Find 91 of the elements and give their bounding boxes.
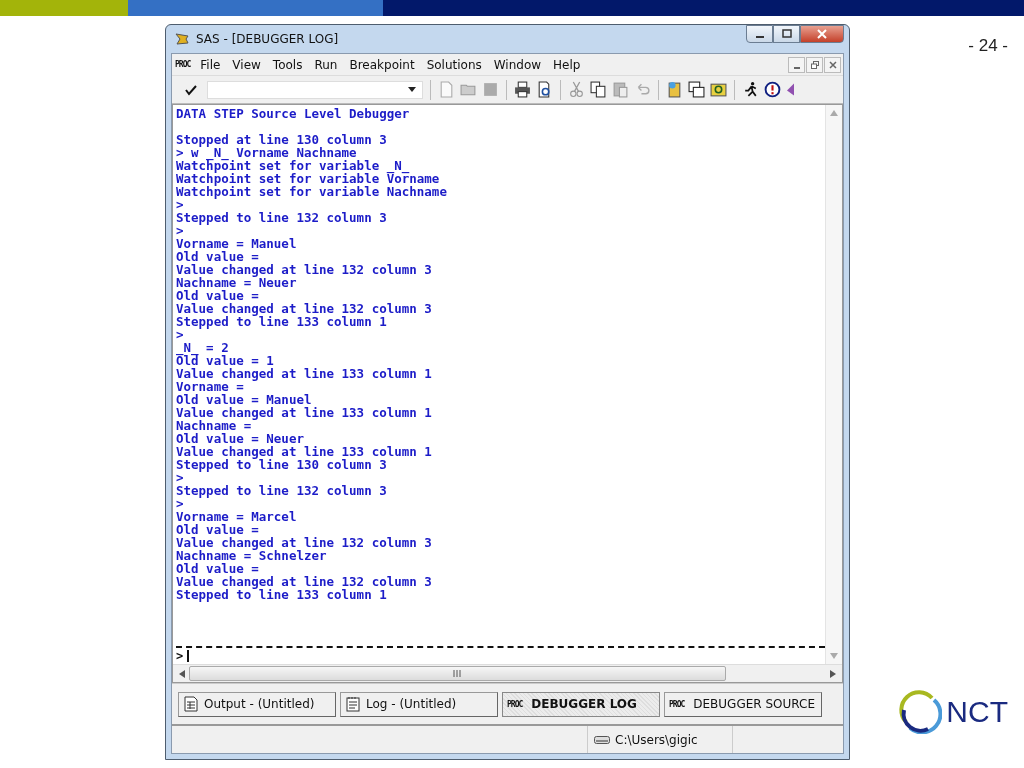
log-line: Old value = 1: [176, 354, 274, 367]
scroll-left-icon[interactable]: [179, 669, 185, 678]
print-preview-icon[interactable]: [536, 81, 553, 98]
maximize-button[interactable]: [773, 25, 800, 43]
log-line: Stepped to line 133 column 1: [176, 315, 387, 328]
menu-item[interactable]: Run: [308, 57, 344, 72]
app-icon: [174, 31, 190, 47]
log-line: Value changed at line 132 column 3: [176, 536, 432, 549]
find-icon[interactable]: [710, 81, 727, 98]
log-line: Old value =: [176, 562, 259, 575]
scroll-right-icon[interactable]: [830, 669, 836, 678]
close-button[interactable]: [800, 25, 844, 43]
window-tab[interactable]: PROC DEBUGGER SOURCE: [664, 691, 822, 717]
menu-item[interactable]: Window: [487, 57, 548, 72]
log-line: Old value = Neuer: [176, 432, 304, 445]
window-tab[interactable]: Log - (Untitled): [340, 691, 498, 717]
log-line: Value changed at line 133 column 1: [176, 445, 432, 458]
log-line: Value changed at line 132 column 3: [176, 575, 432, 588]
current-directory: C:\Users\gigic: [615, 732, 698, 747]
notebook-icon[interactable]: [666, 81, 683, 98]
window-tab[interactable]: PROC DEBUGGER LOG: [502, 691, 660, 717]
log-line: Watchpoint set for variable _N_: [176, 159, 410, 172]
restore-icon: [810, 60, 819, 69]
close-icon: [828, 60, 837, 69]
menu-item[interactable]: Help: [547, 57, 587, 72]
close-icon: [816, 29, 828, 39]
log-line: Value changed at line 132 column 3: [176, 302, 432, 315]
restore-button[interactable]: [806, 56, 823, 73]
close-button[interactable]: [824, 56, 841, 73]
window-tab[interactable]: Output - (Untitled): [178, 691, 336, 717]
menu-item[interactable]: File: [194, 57, 227, 72]
log-line: Old value =: [176, 289, 259, 302]
horizontal-scrollbar[interactable]: [173, 664, 842, 682]
exclamation-icon[interactable]: [764, 81, 781, 98]
log-line: Stepped to line 133 column 1: [176, 588, 387, 601]
drive-icon: [594, 734, 610, 745]
menu-item[interactable]: Solutions: [420, 57, 488, 72]
log-line: Value changed at line 133 column 1: [176, 406, 432, 419]
text-cursor: [187, 650, 190, 662]
minimize-button[interactable]: [788, 56, 805, 73]
caret-icon: [408, 87, 416, 92]
toolbar-icon[interactable]: [786, 81, 794, 98]
menu-item[interactable]: Breakpoint: [343, 57, 421, 72]
minimize-icon: [755, 36, 764, 38]
log-line: Nachname = Schnelzer: [176, 549, 327, 562]
window-title: SAS - [DEBUGGER LOG]: [196, 32, 339, 46]
log-line: Stopped at line 130 column 3: [176, 133, 387, 146]
log-line: >: [176, 224, 184, 237]
print-icon[interactable]: [514, 81, 531, 98]
table-document-icon: [183, 696, 199, 712]
page-number: - 24 -: [968, 36, 1008, 56]
log-line: Value changed at line 132 column 3: [176, 263, 432, 276]
log-line: >: [176, 198, 184, 211]
command-field[interactable]: [207, 80, 423, 99]
log-line: Old value =: [176, 523, 259, 536]
log-line: > w _N_ Vorname Nachname: [176, 146, 357, 159]
running-figure-icon[interactable]: [742, 81, 759, 98]
scrollbar-thumb[interactable]: [189, 666, 726, 681]
log-line: _N_ = 2: [176, 341, 229, 354]
log-line: Nachname = Neuer: [176, 276, 297, 289]
log-line: >: [176, 328, 184, 341]
log-line: Vorname = Manuel: [176, 237, 297, 250]
log-line: Watchpoint set for variable Vorname: [176, 172, 440, 185]
proc-icon: PROC: [507, 699, 523, 709]
log-line: >: [176, 497, 184, 510]
minimize-button[interactable]: [746, 25, 773, 43]
log-line: Watchpoint set for variable Nachname: [176, 185, 447, 198]
log-line: Old value = Manuel: [176, 393, 312, 406]
maximize-icon: [781, 29, 792, 39]
ring-logo-icon: [898, 690, 943, 734]
log-line: Nachname =: [176, 419, 252, 432]
command-prompt: >: [176, 649, 184, 663]
log-line: Stepped to line 132 column 3: [176, 484, 387, 497]
copy-icon[interactable]: [590, 81, 607, 98]
log-line: Old value =: [176, 250, 259, 263]
proc-icon: PROC: [669, 699, 685, 709]
logo-text: NCT: [946, 695, 1008, 729]
minimize-icon: [793, 66, 800, 69]
log-line: Stepped to line 132 column 3: [176, 211, 387, 224]
window-icon[interactable]: [688, 81, 705, 98]
menu-item[interactable]: Tools: [266, 57, 309, 72]
log-line: Value changed at line 133 column 1: [176, 367, 432, 380]
log-header: DATA STEP Source Level Debugger: [176, 107, 410, 120]
notepad-icon: [345, 696, 361, 712]
log-line: Stepped to line 130 column 3: [176, 458, 387, 471]
menu-item[interactable]: View: [226, 57, 267, 72]
proc-icon: PROC: [175, 60, 191, 69]
log-line: >: [176, 471, 184, 484]
log-line: Vorname =: [176, 380, 244, 393]
log-line: Vorname = Marcel: [176, 510, 297, 523]
grip-icon: [453, 670, 462, 677]
